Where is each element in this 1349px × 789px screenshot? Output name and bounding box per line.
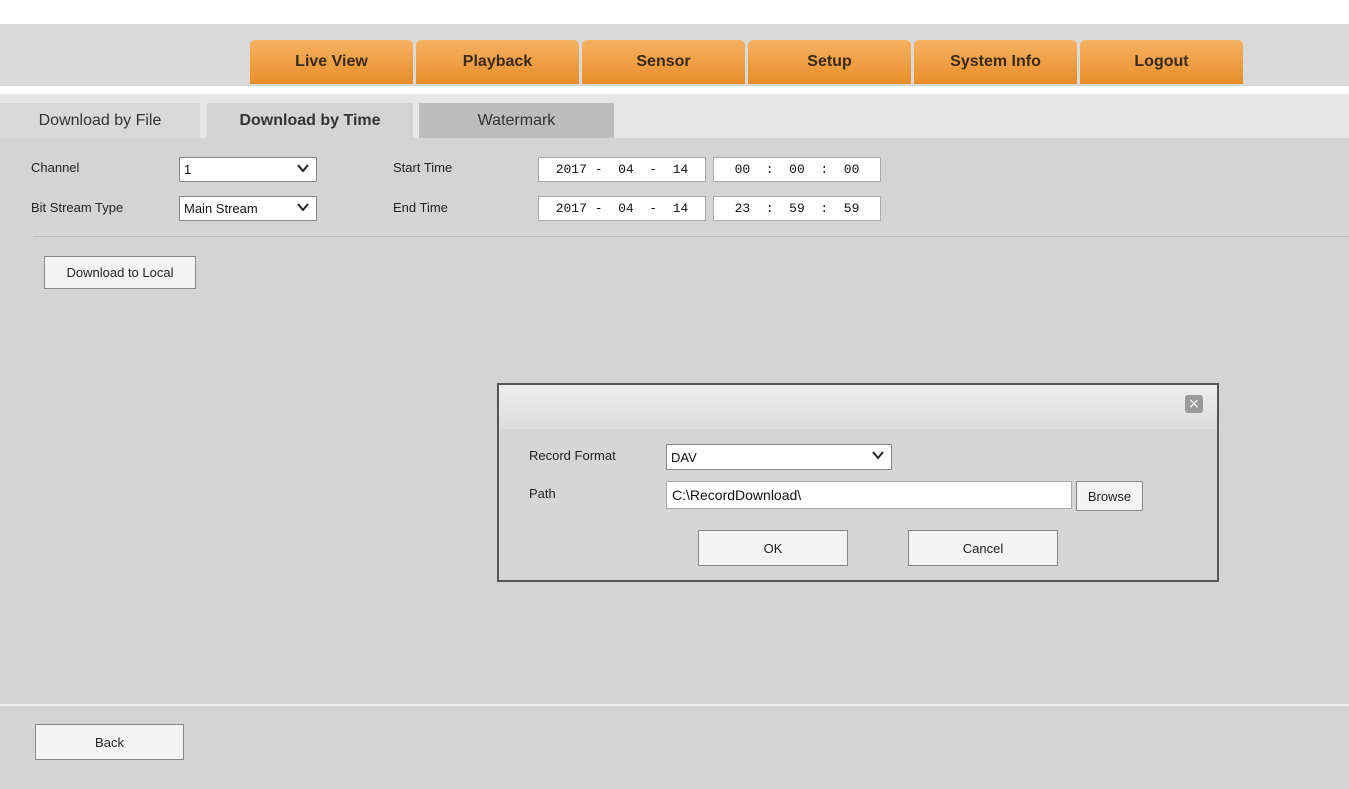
channel-select[interactable]: 1 [179, 157, 317, 182]
end-date-field[interactable]: 2017 - 04 - 14 [538, 196, 706, 221]
download-to-local-button[interactable]: Download to Local [44, 256, 196, 289]
nav-tab-live-view[interactable]: Live View [250, 40, 413, 84]
chevron-down-icon [872, 451, 884, 460]
main-nav: Live View Playback Sensor Setup System I… [250, 40, 1246, 84]
sub-tab-bar: Download by File Download by Time Waterm… [0, 94, 1349, 138]
start-time-label: Start Time [393, 160, 453, 175]
end-time-field[interactable]: 23 : 59 : 59 [713, 196, 881, 221]
nav-tab-logout[interactable]: Logout [1080, 40, 1243, 84]
nav-tab-setup[interactable]: Setup [748, 40, 911, 84]
chevron-down-icon [297, 203, 309, 212]
back-button[interactable]: Back [35, 724, 184, 760]
nav-tab-playback[interactable]: Playback [416, 40, 579, 84]
subtab-download-by-time[interactable]: Download by Time [207, 103, 413, 138]
bitstream-select[interactable]: Main Stream [179, 196, 317, 221]
channel-label: Channel [31, 160, 80, 175]
record-format-select[interactable]: DAV [666, 444, 892, 470]
form-divider [33, 236, 1349, 237]
path-input[interactable]: C:\RecordDownload\ [666, 481, 1072, 509]
download-dialog: × Record Format DAV Path C:\RecordDownlo… [497, 383, 1219, 582]
ok-button[interactable]: OK [698, 530, 848, 566]
nav-tab-system-info[interactable]: System Info [914, 40, 1077, 84]
footer-divider [0, 704, 1349, 706]
record-format-value: DAV [671, 449, 697, 465]
close-icon[interactable]: × [1185, 395, 1203, 413]
start-time-field[interactable]: 00 : 00 : 00 [713, 157, 881, 182]
chevron-down-icon [297, 164, 309, 173]
path-label: Path [529, 486, 556, 501]
browse-button[interactable]: Browse [1076, 481, 1143, 511]
top-header: Live View Playback Sensor Setup System I… [0, 0, 1349, 94]
bitstream-label: Bit Stream Type [31, 200, 124, 215]
end-time-label: End Time [393, 200, 448, 215]
subtab-watermark[interactable]: Watermark [419, 103, 614, 138]
bitstream-select-value: Main Stream [184, 201, 258, 216]
nav-tab-sensor[interactable]: Sensor [582, 40, 745, 84]
channel-select-value: 1 [184, 162, 192, 177]
dialog-title-bar: × [499, 385, 1217, 429]
record-format-label: Record Format [529, 448, 616, 463]
start-date-field[interactable]: 2017 - 04 - 14 [538, 157, 706, 182]
cancel-button[interactable]: Cancel [908, 530, 1058, 566]
subtab-download-by-file[interactable]: Download by File [0, 103, 200, 138]
